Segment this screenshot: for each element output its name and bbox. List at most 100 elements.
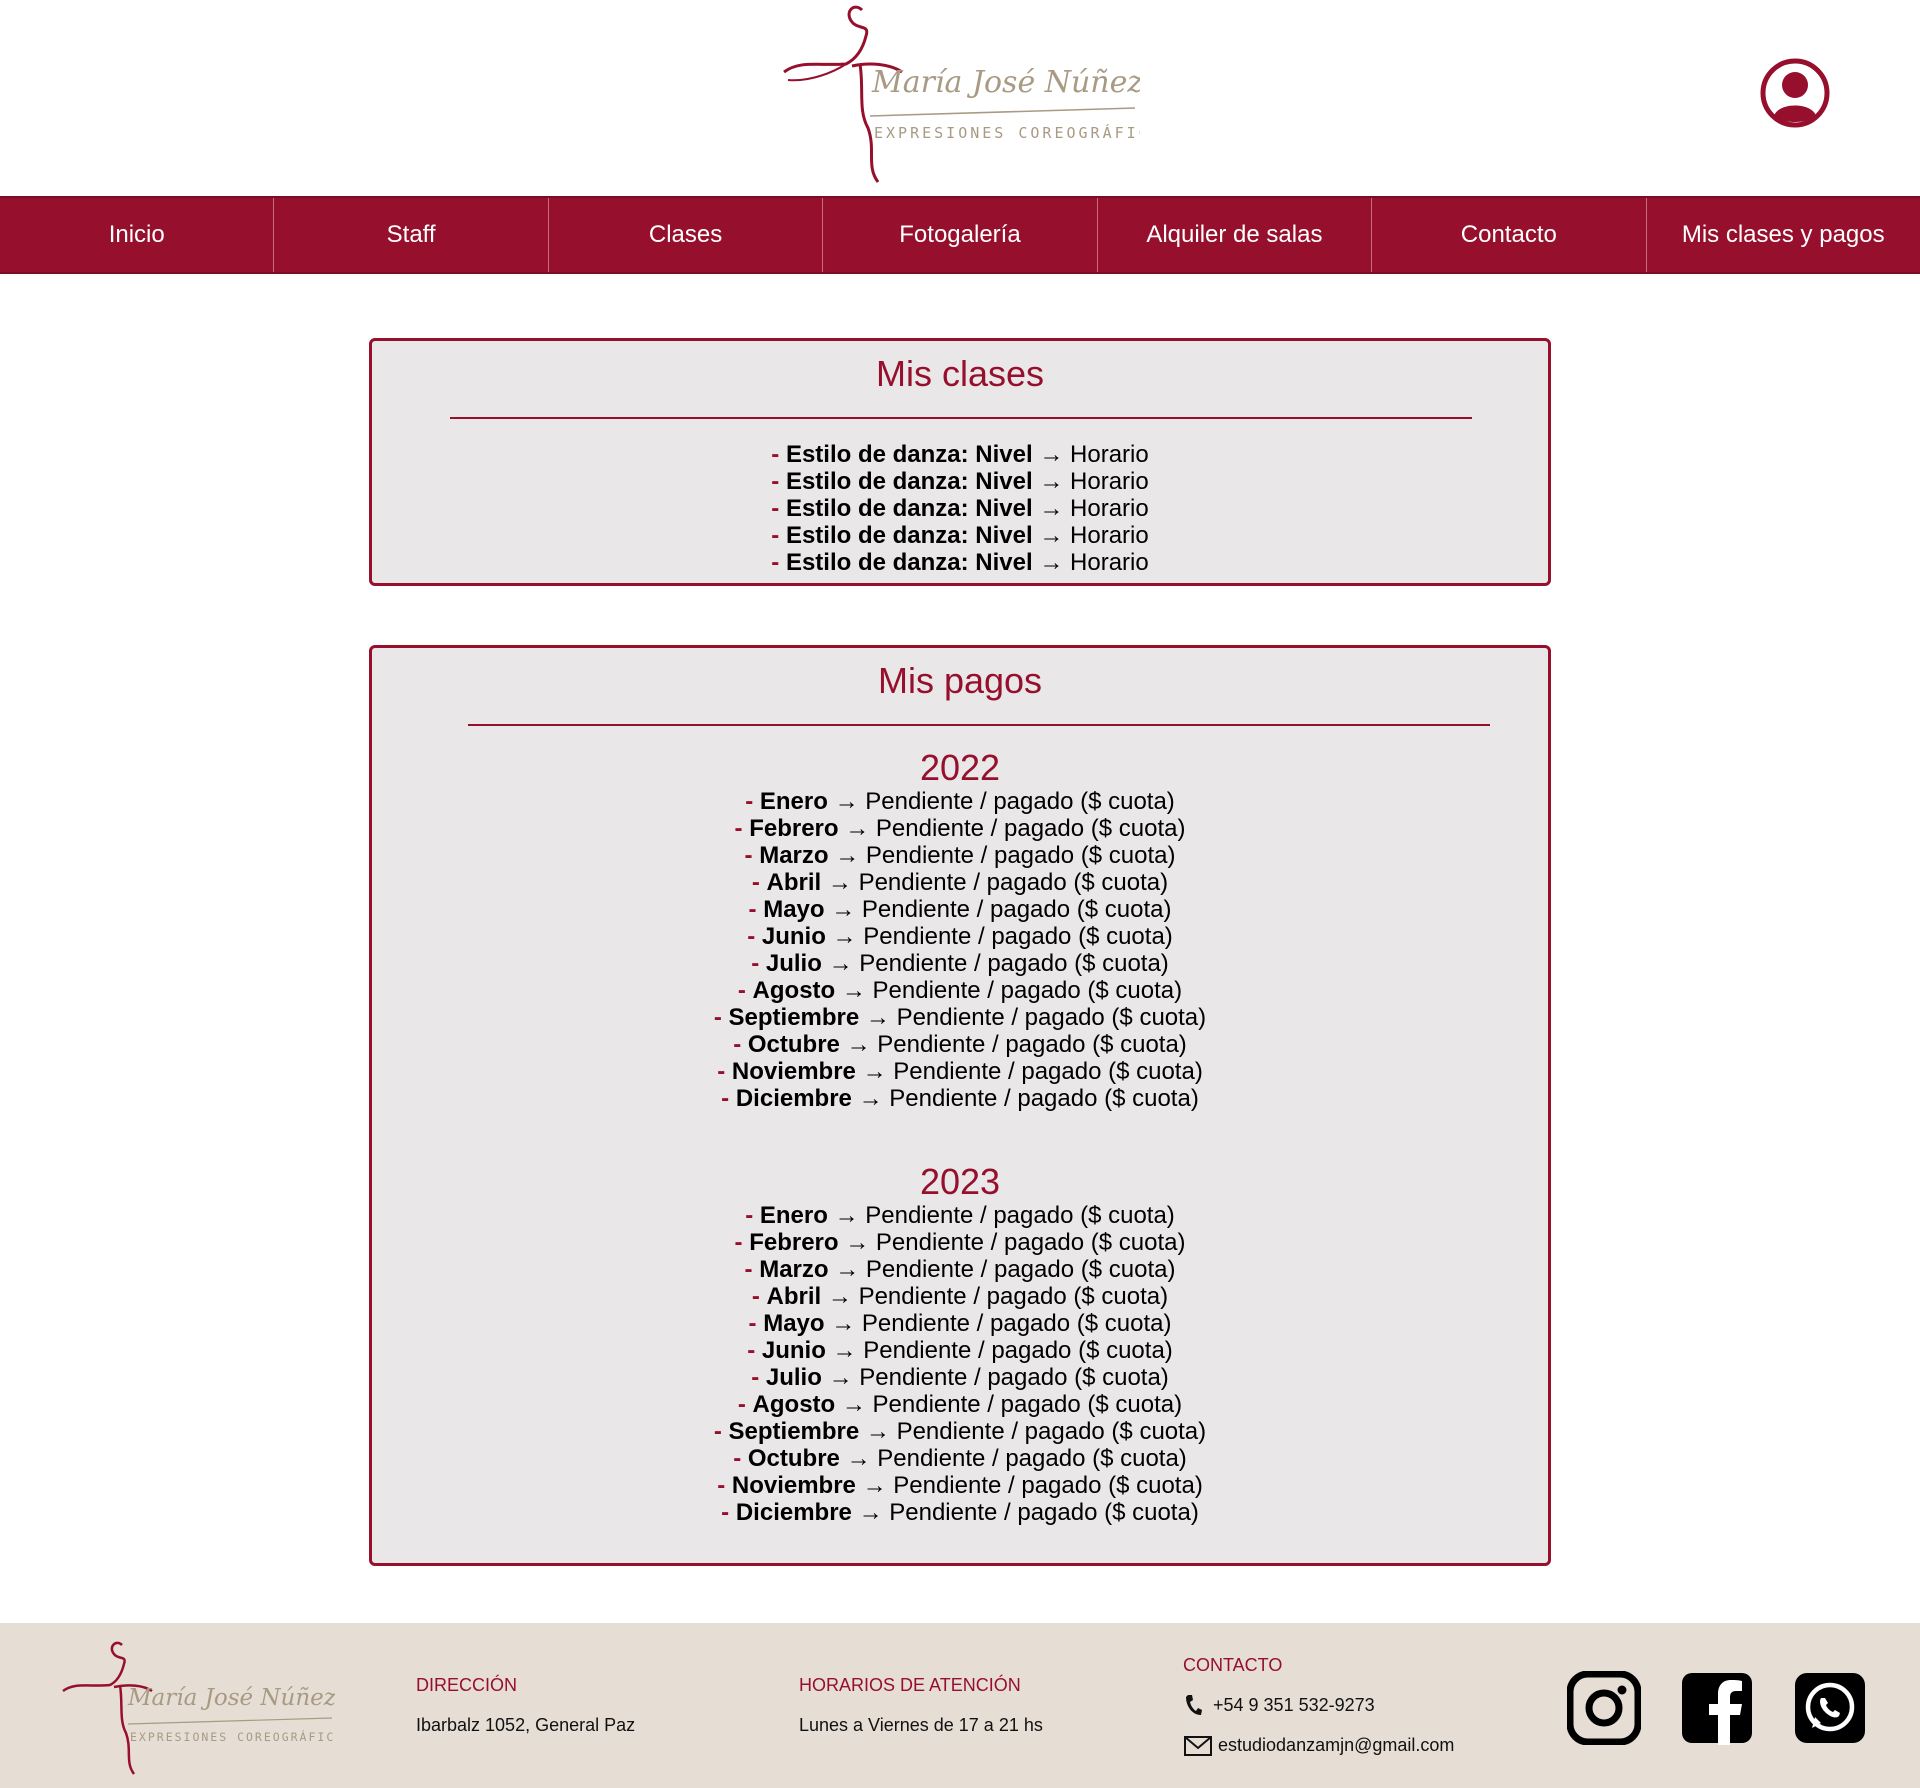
divider — [468, 724, 1490, 726]
arrow-icon: → — [832, 1337, 857, 1364]
facebook-button[interactable] — [1680, 1671, 1754, 1745]
payments-month-list: - Enero → Pendiente / pagado ($ cuota) - … — [372, 1202, 1548, 1526]
payment-month-row-label: Marzo — [759, 1256, 829, 1283]
payment-month-row-label: Marzo — [759, 842, 829, 869]
payments-years: 2022- Enero → Pendiente / pagado ($ cuot… — [372, 748, 1548, 1527]
nav-item-mis-clases-y-pagos[interactable]: Mis clases y pagos — [1647, 198, 1920, 272]
arrow-icon: → — [845, 815, 870, 842]
bullet-dash: - — [771, 441, 780, 468]
arrow-icon: → — [841, 977, 866, 1004]
nav-item-clases[interactable]: Clases — [549, 198, 824, 272]
my-payments-title: Mis pagos — [877, 660, 1043, 701]
bullet-dash: - — [751, 1283, 760, 1310]
payment-month-row: - Febrero → Pendiente / pagado ($ cuota) — [372, 815, 1548, 842]
mail-icon — [1184, 1736, 1212, 1756]
payment-month-row-label: Julio — [765, 950, 822, 977]
arrow-icon: → — [831, 896, 856, 923]
class-item: - Estilo de danza: Nivel → Horario — [372, 522, 1548, 549]
arrow-icon: → — [828, 950, 853, 977]
bullet-dash: - — [748, 1310, 757, 1337]
payment-month-row-value: Pendiente / pagado ($ cuota) — [863, 923, 1173, 950]
whatsapp-button[interactable] — [1793, 1671, 1867, 1745]
payment-month-row-label: Febrero — [749, 815, 839, 842]
arrow-icon: → — [1039, 495, 1064, 522]
payment-month-row: - Septiembre → Pendiente / pagado ($ cuo… — [372, 1004, 1548, 1031]
footer-logo[interactable]: María José Núñez EXPRESIONES COREOGRÁFIC… — [60, 1637, 351, 1777]
nav-item-contacto[interactable]: Contacto — [1372, 198, 1647, 272]
payment-month-row-value: Pendiente / pagado ($ cuota) — [861, 896, 1172, 923]
nav-item-inicio[interactable]: Inicio — [0, 198, 275, 272]
payment-month-row-value: Pendiente / pagado ($ cuota) — [858, 1283, 1169, 1310]
dancer-logo-graphic: María José Núñez EXPRESIONES COREOGRÁFIC… — [62, 1641, 351, 1775]
arrow-icon: → — [831, 1310, 856, 1337]
arrow-icon: → — [828, 1364, 853, 1391]
payment-month-row-label: Octubre — [747, 1445, 840, 1472]
class-item-value: Horario — [1070, 495, 1149, 522]
payment-month-row: - Noviembre → Pendiente / pagado ($ cuot… — [372, 1472, 1548, 1499]
bullet-dash: - — [747, 923, 756, 950]
payment-month-row-value: Pendiente / pagado ($ cuota) — [872, 1391, 1183, 1418]
payment-month-row-label: Septiembre — [728, 1004, 860, 1031]
class-item-label: Estilo de danza: Nivel — [785, 549, 1033, 576]
contact-phone[interactable]: +54 9 351 532-9273 — [1213, 1695, 1375, 1716]
bullet-dash: - — [771, 468, 780, 495]
nav-item-staff[interactable]: Staff — [274, 198, 549, 272]
bullet-dash: - — [751, 869, 760, 896]
payment-month-row: - Enero → Pendiente / pagado ($ cuota) — [372, 788, 1548, 815]
nav-item-fotogaleria[interactable]: Fotogalería — [823, 198, 1098, 272]
payment-month-row: - Enero → Pendiente / pagado ($ cuota) — [372, 1202, 1548, 1229]
bullet-dash: - — [751, 1364, 760, 1391]
bullet-dash: - — [733, 1031, 742, 1058]
payment-month-row-value: Pendiente / pagado ($ cuota) — [889, 1499, 1199, 1526]
bullet-dash: - — [713, 1418, 722, 1445]
dancer-logo-graphic: María José Núñez EXPRESIONES COREOGRÁFIC… — [783, 5, 1172, 183]
bullet-dash: - — [745, 1202, 754, 1229]
payment-month-row-label: Julio — [765, 1364, 822, 1391]
site-footer: María José Núñez EXPRESIONES COREOGRÁFIC… — [0, 1623, 1920, 1788]
class-item-value: Horario — [1070, 522, 1149, 549]
payment-month-row-label: Enero — [759, 788, 828, 815]
arrow-icon: → — [1039, 468, 1064, 495]
my-classes-title: Mis clases — [875, 353, 1045, 394]
payment-month-row-value: Pendiente / pagado ($ cuota) — [896, 1418, 1207, 1445]
payment-month-row: - Agosto → Pendiente / pagado ($ cuota) — [372, 1391, 1548, 1418]
payment-month-row: - Septiembre → Pendiente / pagado ($ cuo… — [372, 1418, 1548, 1445]
site-logo[interactable]: María José Núñez EXPRESIONES COREOGRÁFIC… — [780, 0, 1172, 186]
bullet-dash: - — [721, 1085, 730, 1112]
payment-month-row-value: Pendiente / pagado ($ cuota) — [893, 1472, 1203, 1499]
payment-month-row-label: Agosto — [752, 1391, 836, 1418]
bullet-dash: - — [771, 495, 780, 522]
payment-month-row: - Marzo → Pendiente / pagado ($ cuota) — [372, 842, 1548, 869]
instagram-button[interactable] — [1566, 1670, 1642, 1746]
nav-item-alquiler-de-salas[interactable]: Alquiler de salas — [1098, 198, 1373, 272]
hours-text: Lunes a Viernes de 17 a 21 hs — [799, 1715, 1043, 1735]
whatsapp-icon — [1795, 1673, 1865, 1743]
footer-logo-tagline: EXPRESIONES COREOGRÁFICAS — [130, 1729, 335, 1744]
payment-month-row-value: Pendiente / pagado ($ cuota) — [859, 1364, 1169, 1391]
payment-month-row-value: Pendiente / pagado ($ cuota) — [865, 1256, 1176, 1283]
arrow-icon: → — [862, 1058, 887, 1085]
payment-month-row: - Diciembre → Pendiente / pagado ($ cuot… — [372, 1499, 1548, 1526]
user-circle-icon — [1760, 58, 1830, 128]
class-item-label: Estilo de danza: Nivel — [785, 441, 1033, 468]
class-item: - Estilo de danza: Nivel → Horario — [372, 441, 1548, 468]
bullet-dash: - — [747, 1337, 756, 1364]
arrow-icon: → — [846, 1031, 871, 1058]
arrow-icon: → — [834, 1202, 859, 1229]
payment-month-row: - Julio → Pendiente / pagado ($ cuota) — [372, 950, 1548, 977]
arrow-icon: → — [865, 1418, 890, 1445]
payment-month-row-label: Enero — [759, 1202, 828, 1229]
bullet-dash: - — [737, 977, 746, 1004]
contact-email[interactable]: estudiodanzamjn@gmail.com — [1218, 1735, 1454, 1756]
account-button[interactable] — [1760, 58, 1830, 128]
payment-month-row-label: Diciembre — [735, 1499, 852, 1526]
payment-month-row-value: Pendiente / pagado ($ cuota) — [877, 1031, 1187, 1058]
payment-month-row-value: Pendiente / pagado ($ cuota) — [896, 1004, 1207, 1031]
address-text: Ibarbalz 1052, General Paz — [416, 1715, 636, 1735]
arrow-icon: → — [841, 1391, 866, 1418]
payment-month-row-label: Diciembre — [735, 1085, 852, 1112]
payment-month-row: - Diciembre → Pendiente / pagado ($ cuot… — [372, 1085, 1548, 1112]
class-item-value: Horario — [1070, 549, 1149, 576]
payment-month-row-value: Pendiente / pagado ($ cuota) — [861, 1310, 1172, 1337]
instagram-icon — [1566, 1670, 1642, 1746]
